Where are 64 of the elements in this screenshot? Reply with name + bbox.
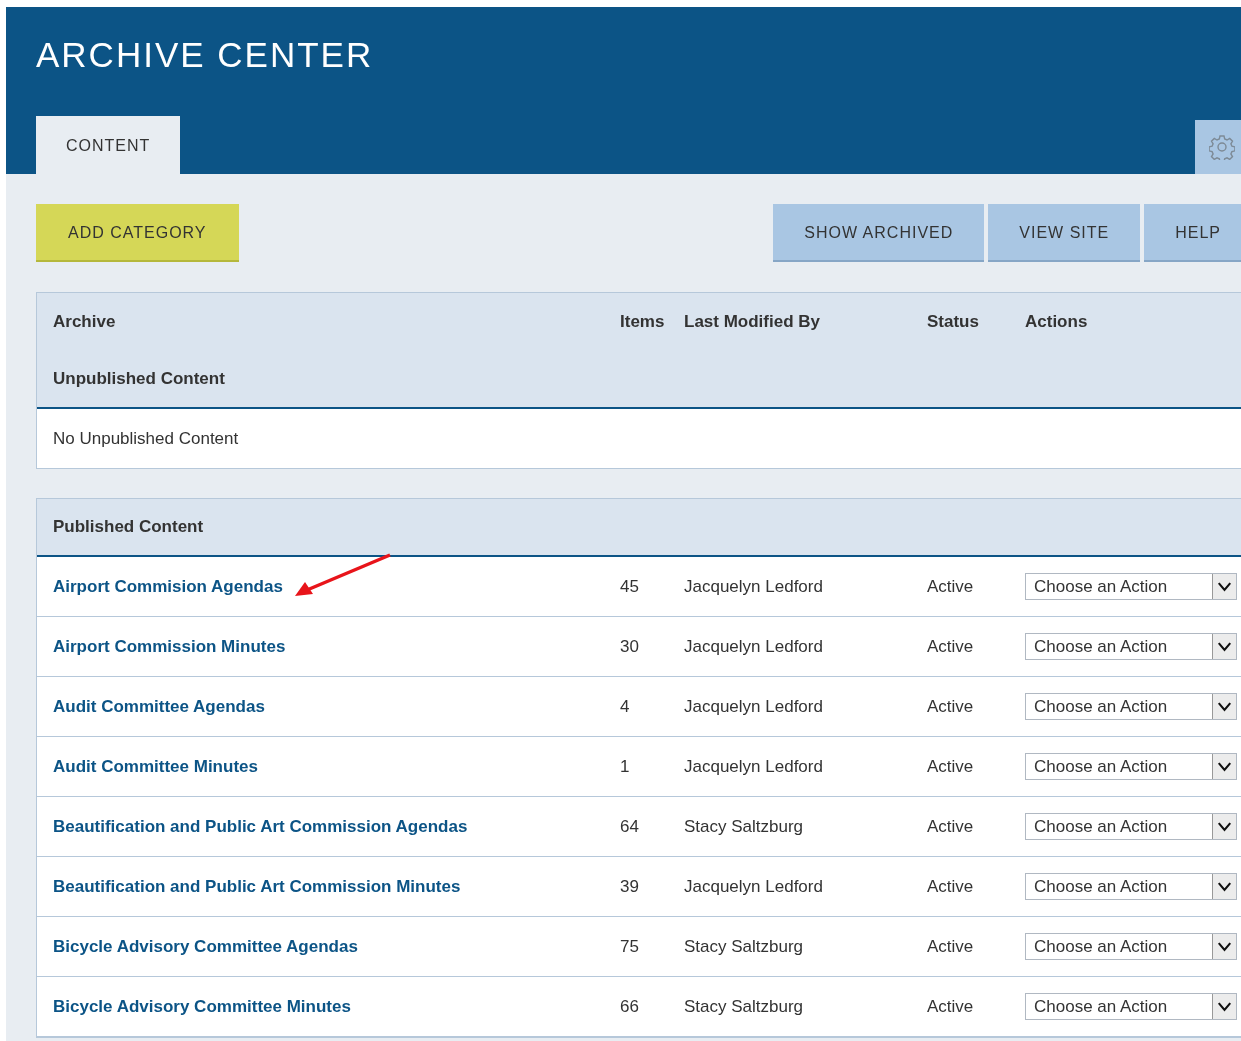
status-text: Active — [927, 695, 975, 718]
status-text: Active — [927, 995, 975, 1018]
item-count: 45 — [620, 575, 640, 598]
archive-link[interactable]: Airport Commision Agendas — [53, 576, 283, 596]
modified-by: Jacquelyn Ledford — [684, 575, 824, 598]
column-header: Last Modified By — [684, 311, 821, 334]
archive-link[interactable]: Airport Commission Minutes — [53, 636, 286, 656]
tab[interactable]: CONTENT — [36, 116, 181, 174]
caret-icon — [1212, 814, 1236, 839]
status-text: Active — [927, 815, 975, 838]
empty-message: No Unpublished Content — [53, 427, 239, 450]
column-header: Items — [620, 311, 666, 334]
page-title: ARCHIVE CENTER — [36, 37, 375, 72]
modified-by: Jacquelyn Ledford — [684, 635, 824, 658]
action-dropdown[interactable]: Choose an Action — [1025, 573, 1237, 600]
caret-icon — [1212, 874, 1236, 899]
modified-by: Jacquelyn Ledford — [684, 695, 824, 718]
caret-icon — [1212, 754, 1236, 779]
item-count: 4 — [620, 695, 631, 718]
caret-icon — [1212, 574, 1236, 599]
toolbar-button[interactable]: SHOW ARCHIVED — [773, 204, 985, 262]
caret-icon — [1212, 994, 1236, 1019]
item-count: 39 — [620, 875, 640, 898]
action-dropdown[interactable]: Choose an Action — [1025, 813, 1237, 840]
archive-link[interactable]: Audit Committee Agendas — [53, 696, 265, 716]
action-dropdown[interactable]: Choose an Action — [1025, 753, 1237, 780]
item-count: 75 — [620, 935, 640, 958]
settings-icon — [1209, 134, 1235, 160]
action-dropdown[interactable]: Choose an Action — [1025, 693, 1237, 720]
modified-by: Jacquelyn Ledford — [684, 875, 824, 898]
action-dropdown[interactable]: Choose an Action — [1025, 933, 1237, 960]
section-title: Published Content — [53, 516, 204, 539]
status-text: Active — [927, 755, 975, 778]
item-count: 30 — [620, 635, 640, 658]
modified-by: Jacquelyn Ledford — [684, 755, 824, 778]
modified-by: Stacy Saltzburg — [684, 935, 805, 958]
add-category-button[interactable]: ADD CATEGORY — [36, 204, 239, 262]
caret-icon — [1212, 634, 1236, 659]
archive-link[interactable]: Bicycle Advisory Committee Minutes — [53, 996, 351, 1016]
archive-link[interactable]: Bicycle Advisory Committee Agendas — [53, 936, 358, 956]
item-count: 1 — [620, 755, 631, 778]
settings-button[interactable] — [1195, 120, 1241, 174]
archive-link[interactable]: Audit Committee Minutes — [53, 756, 258, 776]
item-count: 66 — [620, 995, 640, 1018]
modified-by: Stacy Saltzburg — [684, 815, 805, 838]
archive-link[interactable]: Beautification and Public Art Commission Agendas — [53, 816, 468, 836]
column-header: Actions — [1025, 311, 1089, 334]
status-text: Active — [927, 575, 975, 598]
caret-icon — [1212, 934, 1236, 959]
toolbar-button[interactable]: VIEW SITE — [988, 204, 1141, 262]
section-title: Unpublished Content — [53, 368, 225, 391]
caret-icon — [1212, 694, 1236, 719]
action-dropdown[interactable]: Choose an Action — [1025, 993, 1237, 1020]
status-text: Active — [927, 875, 975, 898]
modified-by: Stacy Saltzburg — [684, 995, 805, 1018]
item-count: 64 — [620, 815, 640, 838]
action-dropdown[interactable]: Choose an Action — [1025, 873, 1237, 900]
column-header: Archive — [53, 311, 117, 334]
column-header: Status — [927, 311, 980, 334]
status-text: Active — [927, 635, 975, 658]
action-dropdown[interactable]: Choose an Action — [1025, 633, 1237, 660]
archive-link[interactable]: Beautification and Public Art Commission Minutes — [53, 876, 461, 896]
toolbar-button[interactable]: HELP — [1144, 204, 1241, 262]
status-text: Active — [927, 935, 975, 958]
